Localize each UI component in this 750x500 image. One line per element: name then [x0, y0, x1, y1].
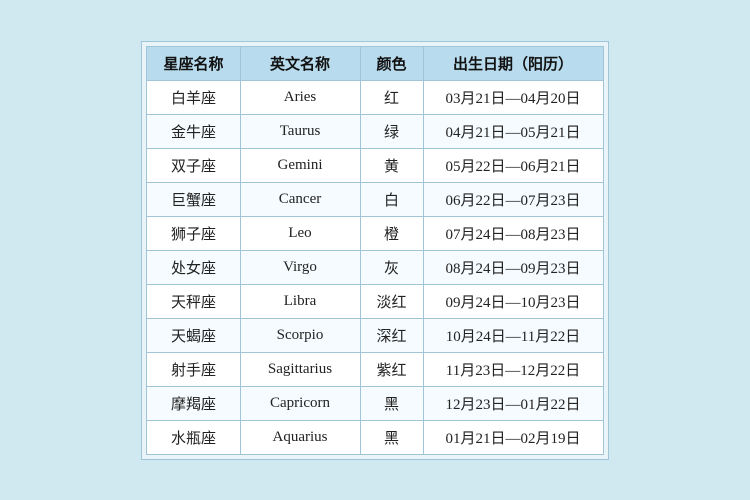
- table-row: 处女座Virgo灰08月24日—09月23日: [147, 250, 603, 284]
- cell-zh-name: 射手座: [147, 352, 240, 386]
- cell-en-name: Sagittarius: [240, 352, 360, 386]
- cell-date-range: 01月21日—02月19日: [423, 420, 603, 454]
- cell-color: 橙: [360, 216, 423, 250]
- cell-en-name: Aquarius: [240, 420, 360, 454]
- cell-zh-name: 天蝎座: [147, 318, 240, 352]
- table-row: 金牛座Taurus绿04月21日—05月21日: [147, 114, 603, 148]
- cell-zh-name: 巨蟹座: [147, 182, 240, 216]
- cell-zh-name: 处女座: [147, 250, 240, 284]
- cell-zh-name: 白羊座: [147, 80, 240, 114]
- cell-en-name: Leo: [240, 216, 360, 250]
- cell-color: 黄: [360, 148, 423, 182]
- header-date-range: 出生日期（阳历）: [423, 46, 603, 80]
- cell-date-range: 06月22日—07月23日: [423, 182, 603, 216]
- cell-date-range: 11月23日—12月22日: [423, 352, 603, 386]
- cell-zh-name: 狮子座: [147, 216, 240, 250]
- cell-date-range: 09月24日—10月23日: [423, 284, 603, 318]
- table-row: 水瓶座Aquarius黑01月21日—02月19日: [147, 420, 603, 454]
- cell-en-name: Aries: [240, 80, 360, 114]
- table-row: 巨蟹座Cancer白06月22日—07月23日: [147, 182, 603, 216]
- cell-date-range: 12月23日—01月22日: [423, 386, 603, 420]
- cell-color: 深红: [360, 318, 423, 352]
- cell-date-range: 05月22日—06月21日: [423, 148, 603, 182]
- cell-date-range: 03月21日—04月20日: [423, 80, 603, 114]
- cell-color: 绿: [360, 114, 423, 148]
- cell-en-name: Capricorn: [240, 386, 360, 420]
- table-row: 天秤座Libra淡红09月24日—10月23日: [147, 284, 603, 318]
- table-row: 摩羯座Capricorn黑12月23日—01月22日: [147, 386, 603, 420]
- cell-date-range: 04月21日—05月21日: [423, 114, 603, 148]
- header-color: 颜色: [360, 46, 423, 80]
- table-row: 狮子座Leo橙07月24日—08月23日: [147, 216, 603, 250]
- cell-en-name: Cancer: [240, 182, 360, 216]
- cell-date-range: 07月24日—08月23日: [423, 216, 603, 250]
- cell-color: 淡红: [360, 284, 423, 318]
- cell-color: 紫红: [360, 352, 423, 386]
- zodiac-table: 星座名称 英文名称 颜色 出生日期（阳历） 白羊座Aries红03月21日—04…: [146, 46, 603, 455]
- cell-zh-name: 金牛座: [147, 114, 240, 148]
- cell-en-name: Taurus: [240, 114, 360, 148]
- cell-color: 白: [360, 182, 423, 216]
- cell-en-name: Libra: [240, 284, 360, 318]
- cell-color: 灰: [360, 250, 423, 284]
- cell-en-name: Gemini: [240, 148, 360, 182]
- cell-color: 红: [360, 80, 423, 114]
- cell-zh-name: 双子座: [147, 148, 240, 182]
- cell-color: 黑: [360, 386, 423, 420]
- cell-en-name: Scorpio: [240, 318, 360, 352]
- header-en-name: 英文名称: [240, 46, 360, 80]
- cell-zh-name: 水瓶座: [147, 420, 240, 454]
- cell-date-range: 10月24日—11月22日: [423, 318, 603, 352]
- table-row: 白羊座Aries红03月21日—04月20日: [147, 80, 603, 114]
- table-header-row: 星座名称 英文名称 颜色 出生日期（阳历）: [147, 46, 603, 80]
- table-row: 天蝎座Scorpio深红10月24日—11月22日: [147, 318, 603, 352]
- header-zh-name: 星座名称: [147, 46, 240, 80]
- cell-date-range: 08月24日—09月23日: [423, 250, 603, 284]
- cell-zh-name: 天秤座: [147, 284, 240, 318]
- zodiac-table-container: 星座名称 英文名称 颜色 出生日期（阳历） 白羊座Aries红03月21日—04…: [141, 41, 608, 460]
- cell-en-name: Virgo: [240, 250, 360, 284]
- table-row: 射手座Sagittarius紫红11月23日—12月22日: [147, 352, 603, 386]
- cell-zh-name: 摩羯座: [147, 386, 240, 420]
- cell-color: 黑: [360, 420, 423, 454]
- table-row: 双子座Gemini黄05月22日—06月21日: [147, 148, 603, 182]
